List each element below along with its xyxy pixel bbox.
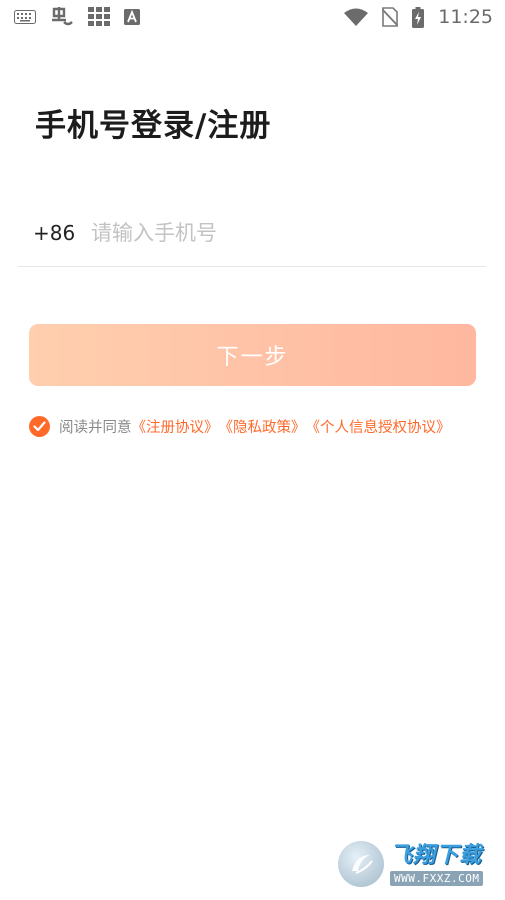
watermark-logo-icon	[338, 841, 384, 887]
agreement-checkbox[interactable]	[29, 415, 50, 437]
checkmark-icon	[33, 420, 46, 431]
watermark: 飞翔下载 WWW.FXXZ.COM	[338, 838, 496, 890]
country-code[interactable]: +86	[33, 221, 91, 245]
status-bar-left	[14, 6, 140, 28]
next-step-button[interactable]: 下一步	[29, 324, 476, 386]
personal-info-authorization-link[interactable]: 《个人信息授权协议》	[306, 416, 451, 437]
agreement-prefix: 阅读并同意	[59, 419, 132, 436]
privacy-policy-link[interactable]: 《隐私政策》	[219, 416, 306, 437]
status-time: 11:25	[438, 6, 493, 28]
page-title: 手机号登录/注册	[35, 108, 272, 144]
keyboard-icon	[14, 10, 36, 24]
wifi-icon	[344, 8, 369, 26]
phone-number-input[interactable]	[91, 221, 451, 245]
app-notification-icon	[50, 6, 74, 28]
no-sim-icon	[382, 7, 399, 27]
watermark-url: WWW.FXXZ.COM	[390, 870, 484, 886]
status-bar-right: 11:25	[344, 6, 493, 28]
watermark-brand: 飞翔下载	[390, 842, 483, 868]
register-agreement-link[interactable]: 《注册协议》	[132, 416, 219, 437]
battery-charging-icon	[412, 6, 425, 28]
agreement-row: 阅读并同意 《注册协议》 《隐私政策》 《个人信息授权协议》	[29, 414, 451, 438]
grid-app-icon	[88, 7, 110, 27]
a-badge-icon	[124, 9, 140, 25]
phone-input-row: +86	[18, 200, 486, 267]
status-bar: 11:25	[0, 0, 505, 34]
